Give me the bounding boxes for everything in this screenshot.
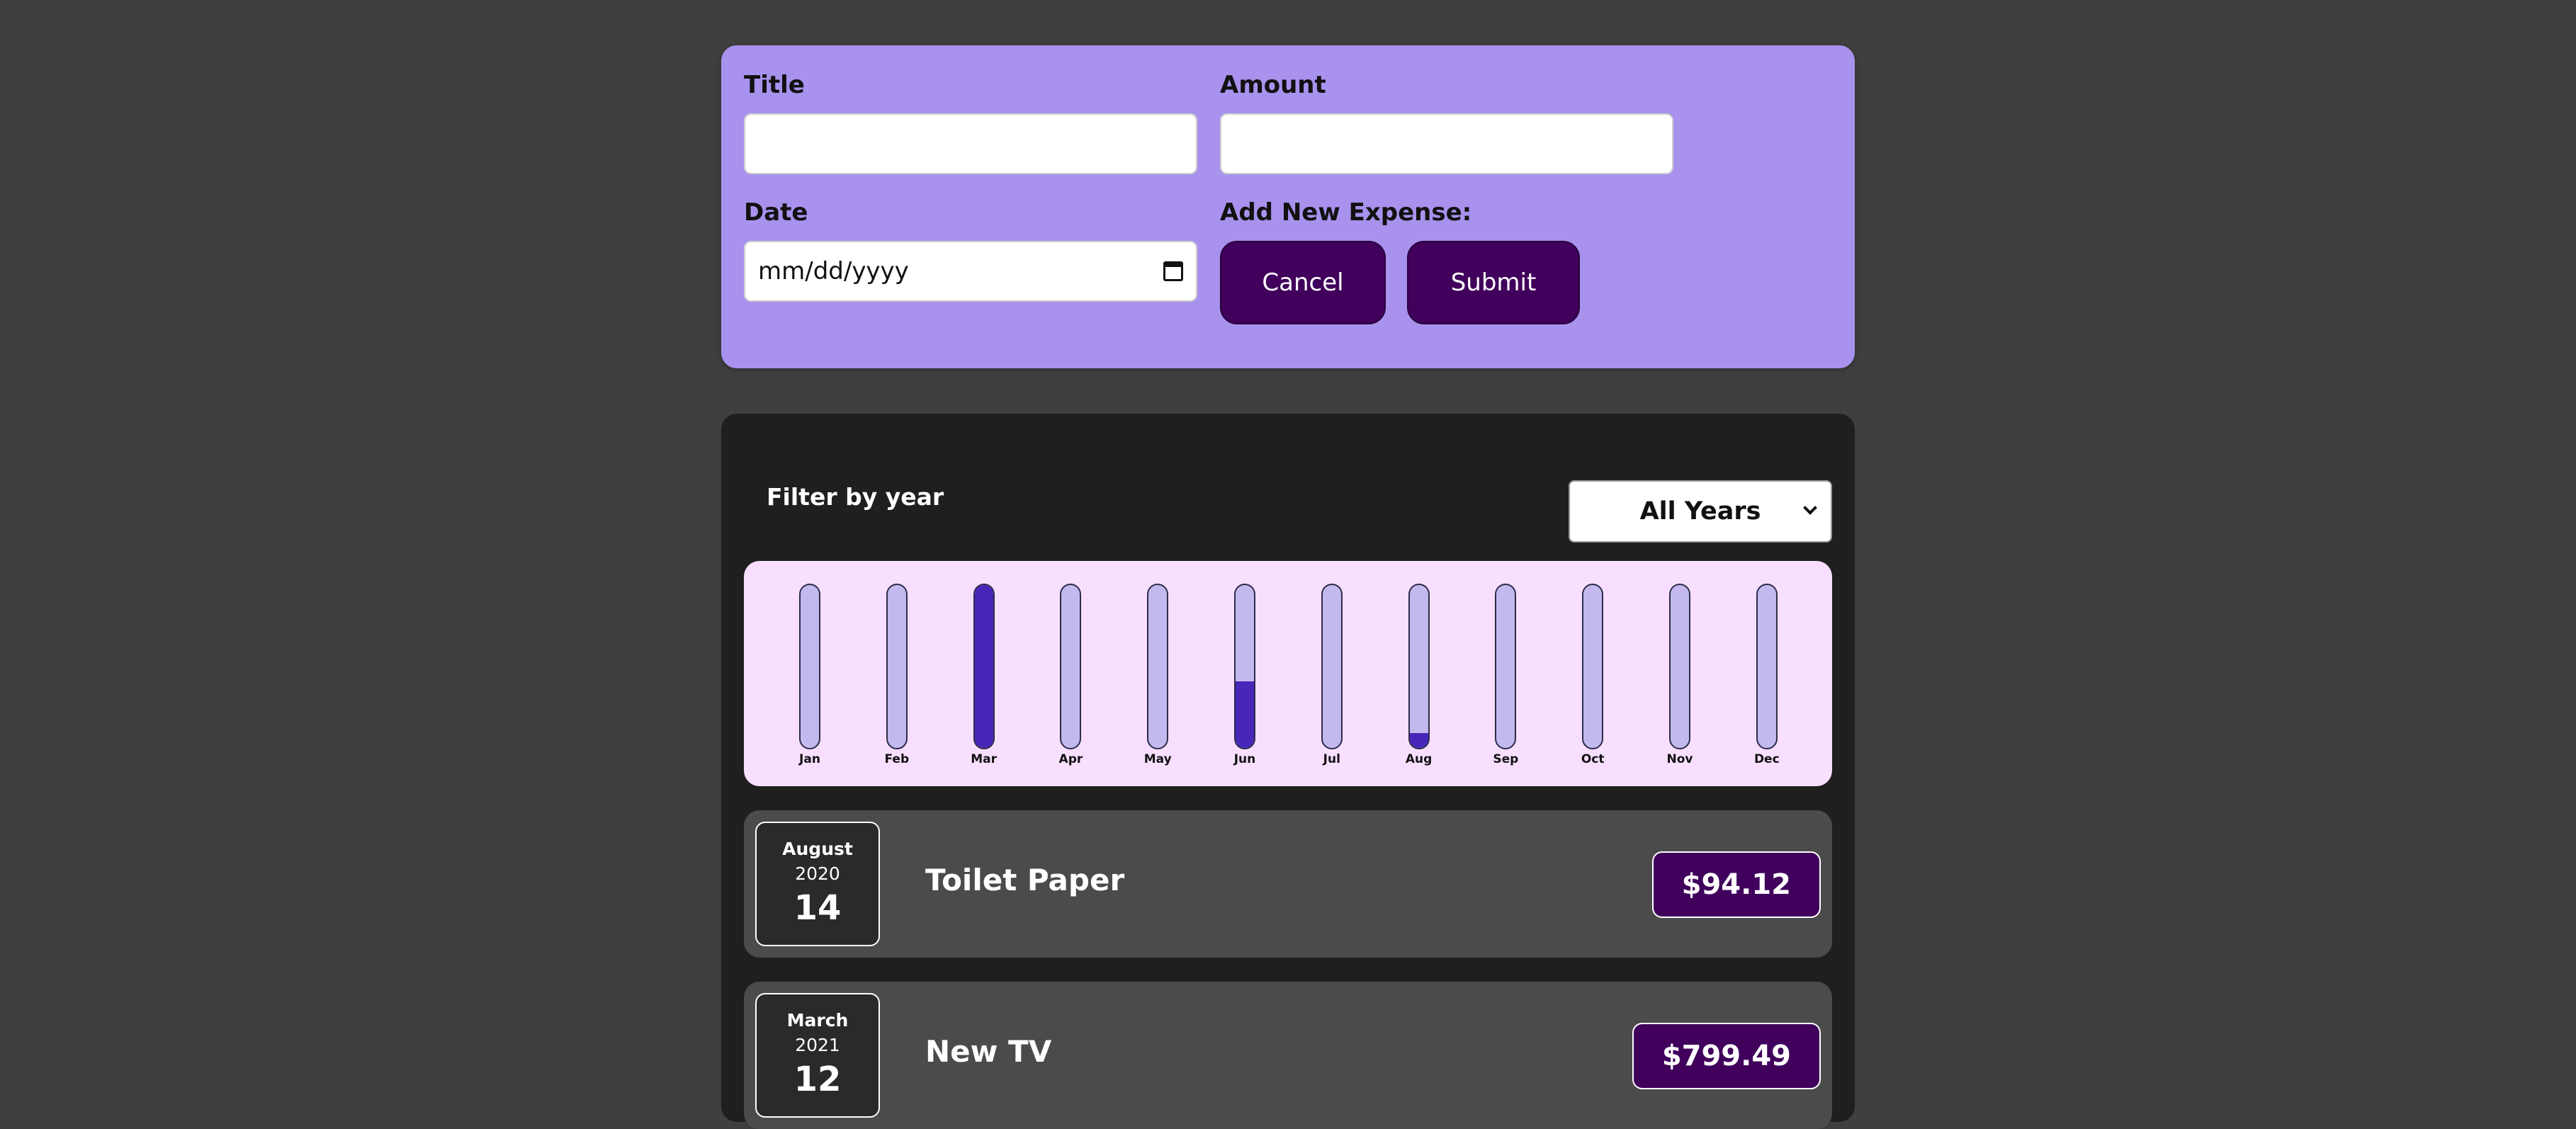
date-label: Date xyxy=(744,198,808,227)
chart-bar-feb xyxy=(886,584,908,749)
expense-date-day: 14 xyxy=(793,888,842,928)
chart-label-feb: Feb xyxy=(884,752,910,766)
title-field-group: Title xyxy=(744,68,1197,174)
expense-item: March 2021 12 New TV $799.49 xyxy=(744,982,1832,1129)
app-container: Title Amount Date mm/dd/yyyy Add New Exp… xyxy=(721,45,1855,1129)
expense-date-day: 12 xyxy=(793,1060,842,1099)
chart-label-nov: Nov xyxy=(1666,752,1693,766)
chevron-down-icon xyxy=(1803,501,1817,515)
expense-date-year: 2020 xyxy=(795,863,840,884)
chart-label-oct: Oct xyxy=(1581,752,1605,766)
year-select[interactable]: All Years xyxy=(1569,480,1832,543)
chart-bar-dec xyxy=(1756,584,1778,749)
chart-bar-fill-mar xyxy=(974,585,993,748)
expense-item: August 2020 14 Toilet Paper $94.12 xyxy=(744,810,1832,958)
filter-label: Filter by year xyxy=(767,483,944,511)
expense-date-month: March xyxy=(786,1010,849,1031)
chart-bar-nov xyxy=(1669,584,1690,749)
chart-bar-jul xyxy=(1321,584,1343,749)
expenses-card: Filter by year All Years Jan Feb Mar Apr May… xyxy=(721,414,1855,1129)
cancel-button[interactable]: Cancel xyxy=(1220,241,1386,324)
chart-label-jul: Jul xyxy=(1323,752,1340,766)
date-input[interactable]: mm/dd/yyyy xyxy=(744,241,1197,302)
expense-list: August 2020 14 Toilet Paper $94.12 March 2021 1… xyxy=(744,810,1832,1129)
chart-label-jan: Jan xyxy=(799,752,820,766)
submit-button[interactable]: Submit xyxy=(1407,241,1580,324)
chart-bar-oct xyxy=(1582,584,1604,749)
expense-date: August 2020 14 xyxy=(755,822,880,946)
chart-bar-aug xyxy=(1408,584,1430,749)
actions-group: Add New Expense: xyxy=(1220,195,1471,229)
year-select-value: All Years xyxy=(1639,497,1761,526)
chart-label-sep: Sep xyxy=(1493,752,1519,766)
chart-bar-fill-jun xyxy=(1236,681,1254,748)
chart-label-mar: Mar xyxy=(971,752,997,766)
amount-label: Amount xyxy=(1220,71,1326,99)
chart-bar-jun xyxy=(1234,584,1255,749)
expense-title: Toilet Paper xyxy=(925,863,1125,897)
chart-bar-may xyxy=(1147,584,1169,749)
amount-input[interactable] xyxy=(1220,113,1673,174)
chart-bar-jan xyxy=(799,584,820,749)
chart-bar-mar xyxy=(973,584,995,749)
chart-bar-fill-aug xyxy=(1409,733,1428,748)
chart-label-apr: Apr xyxy=(1058,752,1083,766)
chart-label-may: May xyxy=(1143,752,1172,766)
expense-price: $94.12 xyxy=(1651,851,1821,918)
expense-date-month: August xyxy=(782,839,853,859)
date-placeholder: mm/dd/yyyy xyxy=(758,257,909,285)
chart-label-jun: Jun xyxy=(1233,752,1256,766)
expense-date-year: 2021 xyxy=(795,1035,840,1055)
title-label: Title xyxy=(744,71,805,99)
expense-price: $799.49 xyxy=(1632,1023,1821,1089)
date-field-group: Date mm/dd/yyyy xyxy=(744,195,1197,302)
chart-bar-sep xyxy=(1495,584,1517,749)
chart-label-dec: Dec xyxy=(1753,752,1780,766)
expense-title: New TV xyxy=(925,1034,1052,1069)
title-input[interactable] xyxy=(744,113,1197,174)
expenses-filter: Filter by year All Years xyxy=(744,436,1832,561)
new-expense-form: Title Amount Date mm/dd/yyyy Add New Exp… xyxy=(721,45,1855,368)
monthly-chart: Jan Feb Mar Apr May Jun Jul Aug Sep Oct Nov Dec xyxy=(744,561,1832,786)
chart-bar-apr xyxy=(1060,584,1082,749)
add-new-expense-label: Add New Expense: xyxy=(1220,198,1472,227)
amount-field-group: Amount xyxy=(1220,68,1673,174)
calendar-icon[interactable] xyxy=(1163,261,1183,281)
chart-label-aug: Aug xyxy=(1405,752,1433,766)
